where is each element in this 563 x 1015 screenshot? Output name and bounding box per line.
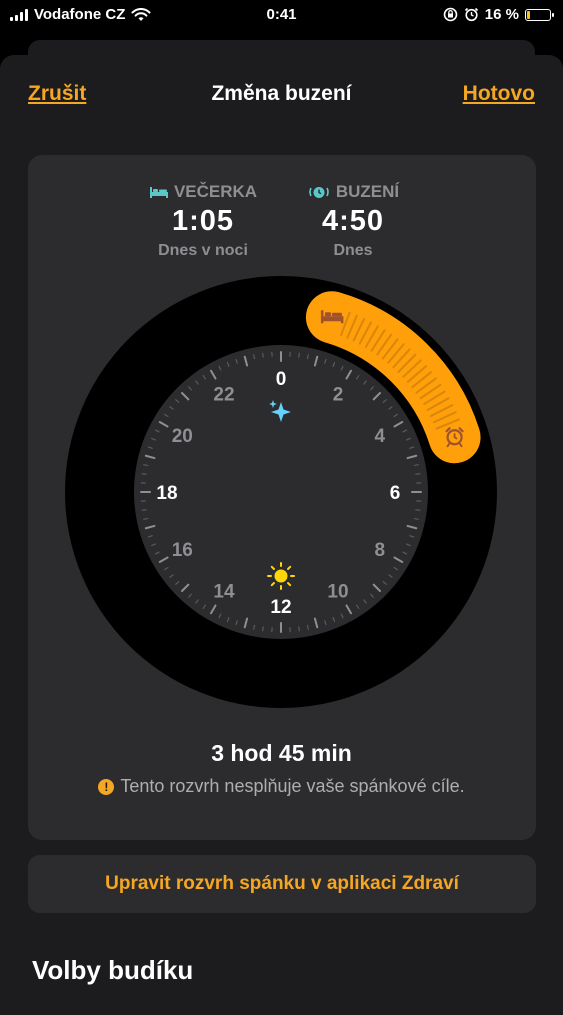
clock-tick xyxy=(144,465,148,466)
clock-tick xyxy=(142,474,146,475)
sleep-warning: ! Tento rozvrh nesplňuje vaše spánkové c… xyxy=(0,776,563,797)
clock-hour-label: 10 xyxy=(327,582,348,603)
status-bar: Vodafone CZ 0:41 16 % xyxy=(0,0,563,34)
bed-icon xyxy=(149,185,169,199)
clock-tick xyxy=(263,353,264,357)
bedtime-label: VEČERKA xyxy=(174,182,257,202)
clock-hour-label: 8 xyxy=(374,540,385,561)
clock-hour-label: 12 xyxy=(270,597,291,618)
bedtime-label-row: VEČERKA xyxy=(123,182,283,202)
battery-icon xyxy=(525,9,551,21)
clock-hour-label: 16 xyxy=(172,540,193,561)
clock-hour-label: 18 xyxy=(156,483,177,504)
clock-hour-label: 4 xyxy=(374,426,385,447)
clock-hour-label: 6 xyxy=(390,483,401,504)
sleep-duration: 3 hod 45 min xyxy=(0,740,563,767)
wake-label: BUZENÍ xyxy=(336,182,399,202)
edit-sleep-schedule-button[interactable]: Upravit rozvrh spánku v aplikaci Zdraví xyxy=(28,855,536,913)
warning-icon: ! xyxy=(98,779,114,795)
clock-hour-label: 14 xyxy=(213,582,235,603)
clock-tick xyxy=(144,519,148,520)
bedtime-time: 1:05 xyxy=(123,205,283,238)
orientation-lock-icon xyxy=(443,7,458,22)
clock-tick xyxy=(254,355,255,359)
clock-hour-label: 20 xyxy=(172,426,193,447)
clock-tick xyxy=(142,510,146,511)
done-button[interactable]: Hotovo xyxy=(463,82,535,106)
clock-tick xyxy=(263,627,264,631)
clock-tick xyxy=(416,510,420,511)
alarm-icon xyxy=(307,184,331,200)
status-right: 16 % xyxy=(443,6,551,23)
clock-tick xyxy=(299,353,300,357)
sleep-clock[interactable]: 0 2 4 6 8 10 12 14 16 18 20 22 xyxy=(65,276,497,708)
clock-tick xyxy=(414,465,418,466)
clock-tick xyxy=(416,474,420,475)
clock-tick xyxy=(254,625,255,629)
wake-summary: BUZENÍ 4:50 Dnes xyxy=(273,182,433,260)
clock-tick xyxy=(308,625,309,629)
bedtime-day: Dnes v noci xyxy=(123,242,283,260)
clock-hour-label: 22 xyxy=(213,384,234,405)
battery-percent: 16 % xyxy=(485,6,519,23)
wake-time: 4:50 xyxy=(273,205,433,238)
wake-day: Dnes xyxy=(273,242,433,260)
clock-tick xyxy=(299,627,300,631)
alarm-status-icon xyxy=(464,7,479,22)
clock-tick xyxy=(414,519,418,520)
clock-hour-label: 0 xyxy=(276,369,287,390)
warning-text: Tento rozvrh nesplňuje vaše spánkové cíl… xyxy=(120,776,464,797)
bedtime-summary: VEČERKA 1:05 Dnes v noci xyxy=(123,182,283,260)
clock-hour-label: 2 xyxy=(333,384,344,405)
clock-tick xyxy=(308,355,309,359)
wake-label-row: BUZENÍ xyxy=(273,182,433,202)
sun-icon xyxy=(268,563,294,589)
alarm-options-heading: Volby budíku xyxy=(32,955,193,986)
